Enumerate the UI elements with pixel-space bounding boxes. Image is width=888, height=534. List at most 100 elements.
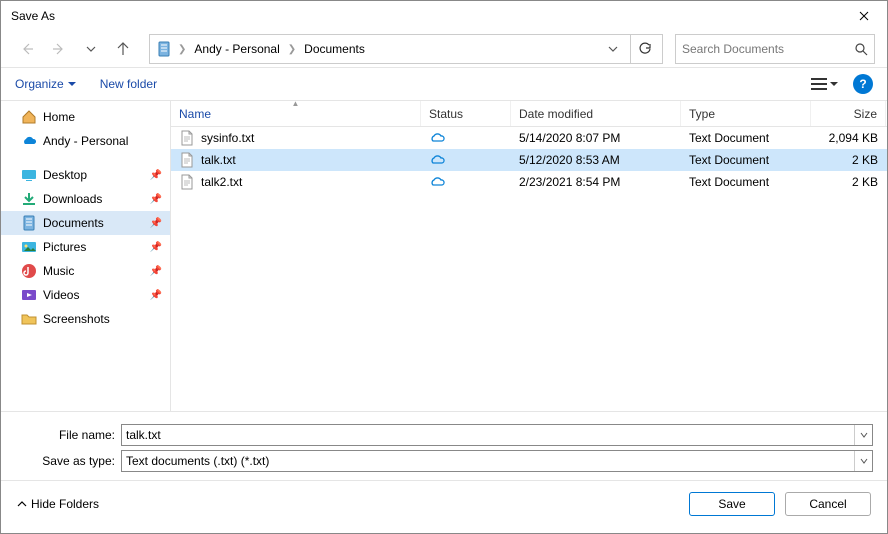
sidebar-item-label: Music — [43, 264, 74, 278]
window-title: Save As — [11, 9, 55, 23]
chevron-up-icon — [17, 499, 27, 509]
pin-icon: 📌 — [150, 194, 162, 205]
pin-icon: 📌 — [150, 266, 162, 277]
sidebar-item-folder[interactable]: Screenshots — [1, 307, 170, 331]
sidebar-item-documents[interactable]: Documents📌 — [1, 211, 170, 235]
sidebar-item-label: Documents — [43, 216, 104, 230]
search-placeholder: Search Documents — [682, 42, 784, 56]
folder-icon — [21, 311, 37, 327]
file-name: talk.txt — [201, 153, 236, 167]
pictures-icon — [21, 239, 37, 255]
cloud-icon — [429, 130, 445, 146]
arrow-left-icon — [20, 42, 34, 56]
forward-button[interactable] — [45, 35, 73, 63]
cloud-icon — [429, 174, 445, 190]
list-view-icon — [811, 78, 827, 90]
back-button[interactable] — [13, 35, 41, 63]
pin-icon: 📌 — [150, 242, 162, 253]
organize-menu[interactable]: Organize — [15, 77, 76, 91]
onedrive-icon — [21, 133, 37, 149]
file-size: 2 KB — [811, 171, 886, 193]
file-type: Text Document — [681, 171, 811, 193]
close-icon — [859, 11, 869, 21]
file-size: 2 KB — [811, 149, 886, 171]
file-row[interactable]: talk.txt 5/12/2020 8:53 AMText Document2 … — [171, 149, 887, 171]
file-row[interactable]: sysinfo.txt 5/14/2020 8:07 PMText Documen… — [171, 127, 887, 149]
breadcrumb-bar[interactable]: ❯ Andy - Personal ❯ Documents — [149, 34, 663, 64]
chevron-down-icon — [860, 431, 868, 439]
main-area: HomeAndy - PersonalDesktop📌Downloads📌Doc… — [1, 101, 887, 411]
breadcrumb-item-2[interactable]: Documents — [300, 42, 369, 56]
search-input[interactable]: Search Documents — [675, 34, 875, 64]
sidebar-item-label: Screenshots — [43, 312, 110, 326]
new-folder-button[interactable]: New folder — [100, 77, 157, 91]
refresh-icon — [638, 42, 652, 56]
arrow-up-icon — [116, 42, 130, 56]
hide-folders-button[interactable]: Hide Folders — [17, 497, 99, 511]
file-name: talk2.txt — [201, 175, 242, 189]
pin-icon: 📌 — [150, 170, 162, 181]
sidebar-item-onedrive[interactable]: Andy - Personal — [1, 129, 170, 153]
text-file-icon — [179, 130, 195, 146]
save-button[interactable]: Save — [689, 492, 775, 516]
documents-icon — [154, 39, 174, 59]
sort-asc-icon: ▲ — [292, 99, 300, 108]
view-menu[interactable] — [806, 75, 843, 93]
type-input[interactable] — [122, 454, 854, 468]
documents-icon — [21, 215, 37, 231]
col-name[interactable]: ▲Name — [171, 101, 421, 126]
chevron-right-icon[interactable]: ❯ — [176, 44, 188, 55]
up-button[interactable] — [109, 35, 137, 63]
file-area: ▲Name Status Date modified Type Size sys… — [171, 101, 887, 411]
dropdown-icon — [830, 80, 838, 88]
search-icon — [855, 43, 868, 56]
file-type: Text Document — [681, 149, 811, 171]
save-form: File name: Save as type: — [1, 411, 887, 480]
sidebar-item-downloads[interactable]: Downloads📌 — [1, 187, 170, 211]
pin-icon: 📌 — [150, 290, 162, 301]
sidebar-item-videos[interactable]: Videos 📌 — [1, 283, 170, 307]
file-name: sysinfo.txt — [201, 131, 254, 145]
action-bar: Hide Folders Save Cancel — [1, 480, 887, 526]
text-file-icon — [179, 152, 195, 168]
file-row[interactable]: talk2.txt2/23/2021 8:54 PMText Document2… — [171, 171, 887, 193]
col-status[interactable]: Status — [421, 101, 511, 126]
sidebar-item-home[interactable]: Home — [1, 105, 170, 129]
close-button[interactable] — [841, 1, 887, 31]
filename-input[interactable] — [122, 428, 854, 442]
arrow-right-icon — [52, 42, 66, 56]
help-button[interactable]: ? — [853, 74, 873, 94]
sidebar-item-pictures[interactable]: Pictures📌 — [1, 235, 170, 259]
type-dropdown[interactable] — [854, 451, 872, 471]
type-field[interactable] — [121, 450, 873, 472]
music-icon — [21, 263, 37, 279]
file-date: 5/12/2020 8:53 AM — [511, 149, 681, 171]
filename-field[interactable] — [121, 424, 873, 446]
chevron-down-icon — [608, 44, 618, 54]
cloud-icon — [429, 152, 445, 168]
text-file-icon — [179, 174, 195, 190]
refresh-button[interactable] — [630, 35, 658, 63]
col-date[interactable]: Date modified — [511, 101, 681, 126]
cancel-button[interactable]: Cancel — [785, 492, 871, 516]
filename-label: File name: — [15, 428, 115, 442]
sidebar-item-desktop[interactable]: Desktop 📌 — [1, 163, 170, 187]
sidebar-item-music[interactable]: Music 📌 — [1, 259, 170, 283]
col-size[interactable]: Size — [811, 101, 886, 126]
desktop-icon — [21, 167, 37, 183]
breadcrumb-dropdown[interactable] — [602, 44, 624, 54]
col-type[interactable]: Type — [681, 101, 811, 126]
file-type: Text Document — [681, 127, 811, 149]
file-date: 5/14/2020 8:07 PM — [511, 127, 681, 149]
recent-button[interactable] — [77, 35, 105, 63]
sidebar-item-label: Videos — [43, 288, 79, 302]
nav-row: ❯ Andy - Personal ❯ Documents Search Doc… — [1, 31, 887, 67]
chevron-right-icon[interactable]: ❯ — [286, 44, 298, 55]
filename-dropdown[interactable] — [854, 425, 872, 445]
breadcrumb-item-1[interactable]: Andy - Personal — [190, 42, 283, 56]
sidebar-item-label: Home — [43, 110, 75, 124]
toolbar: Organize New folder ? — [1, 67, 887, 101]
sidebar-item-label: Desktop — [43, 168, 87, 182]
type-label: Save as type: — [15, 454, 115, 468]
downloads-icon — [21, 191, 37, 207]
